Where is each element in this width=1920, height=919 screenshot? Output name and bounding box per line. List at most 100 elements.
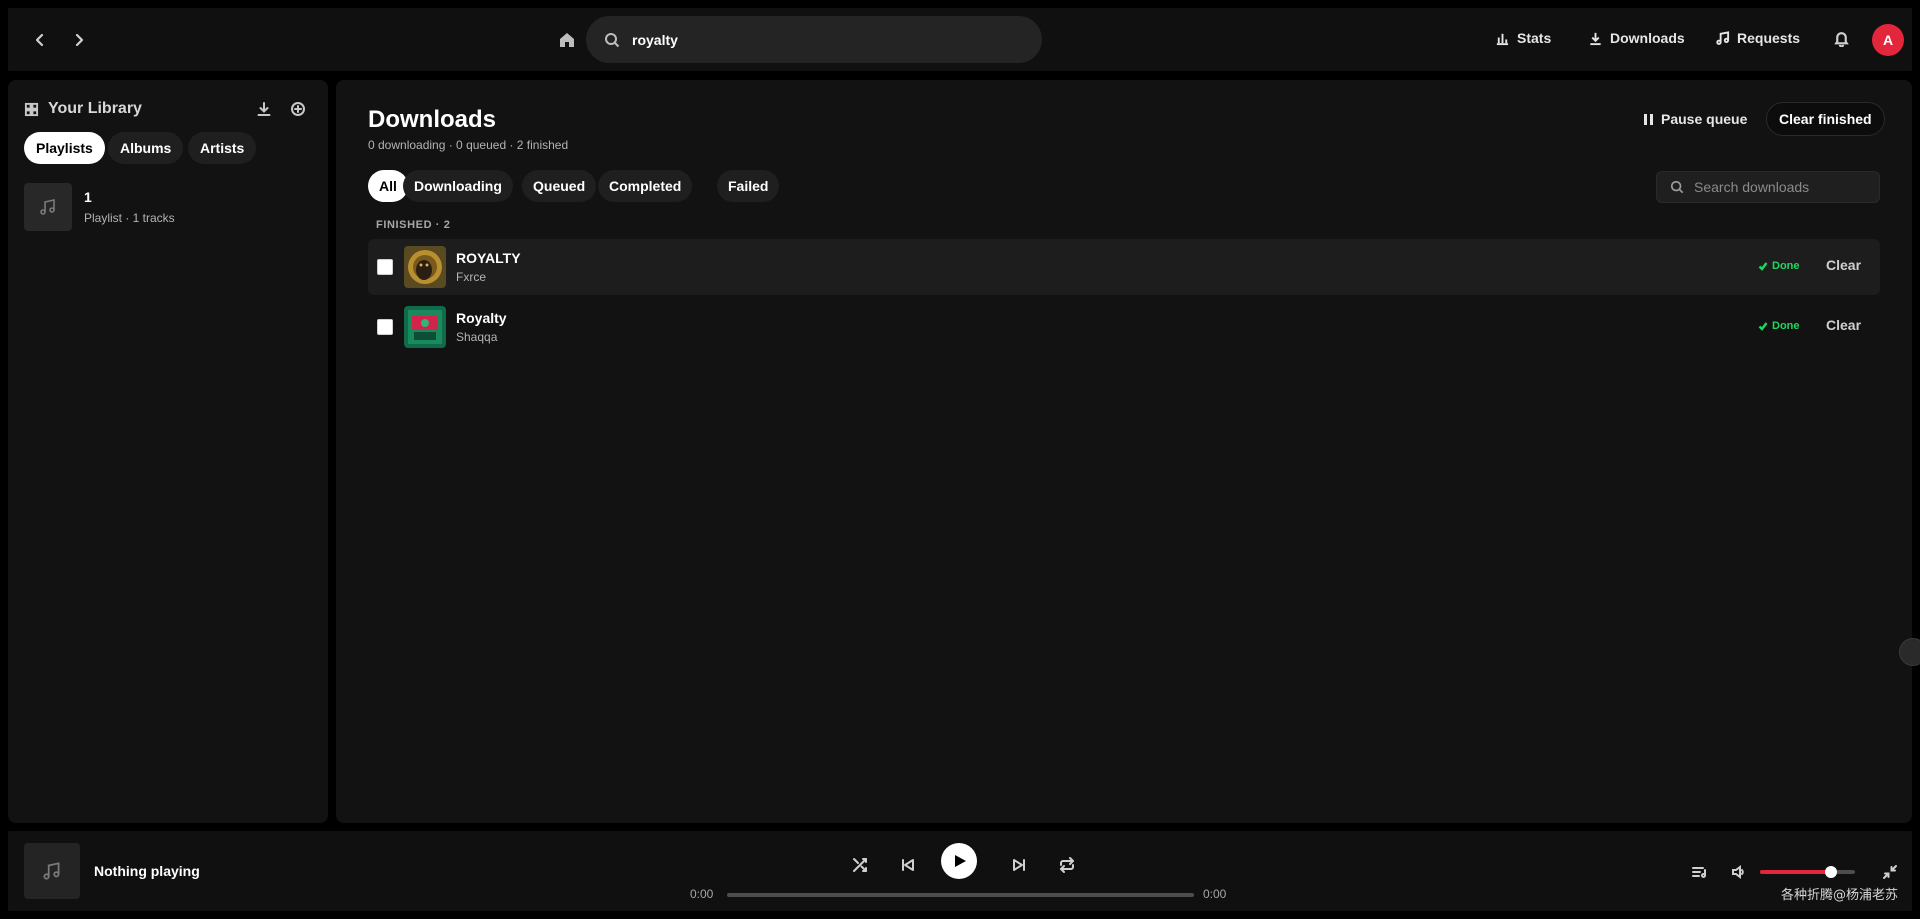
library-item[interactable]: 1 Playlist · 1 tracks <box>24 182 314 232</box>
stats-link[interactable]: Stats <box>1495 30 1551 46</box>
filter-completed[interactable]: Completed <box>598 170 693 202</box>
pause-icon <box>1644 113 1653 125</box>
playlist-name: 1 <box>84 189 92 205</box>
check-icon <box>1758 322 1768 331</box>
filter-downloading[interactable]: Downloading <box>403 170 513 202</box>
grid-icon <box>24 102 39 116</box>
downloads-search-input[interactable] <box>1694 179 1874 195</box>
player-bar: Nothing playing 0:00 0:00 <box>8 831 1912 911</box>
next-button[interactable] <box>1005 851 1033 879</box>
chevron-left-icon <box>35 33 44 47</box>
track-artist: Shaqqa <box>456 330 498 344</box>
downloads-panel: Downloads 0 downloading · 0 queued · 2 f… <box>336 80 1912 823</box>
library-add-button[interactable] <box>288 99 308 119</box>
home-button[interactable] <box>553 26 581 54</box>
top-bar: Stats Downloads Requests A <box>8 8 1912 71</box>
playlist-subtitle: Playlist · 1 tracks <box>84 211 175 225</box>
collapse-icon <box>1883 865 1897 879</box>
home-icon <box>560 33 574 47</box>
downloads-summary: 0 downloading · 0 queued · 2 finished <box>368 138 569 152</box>
track-title: ROYALTY <box>456 250 521 266</box>
filter-failed[interactable]: Failed <box>717 170 780 202</box>
row-checkbox[interactable] <box>377 319 393 335</box>
duration-time: 0:00 <box>1203 887 1227 901</box>
library-download-button[interactable] <box>254 99 274 119</box>
check-icon <box>1758 262 1768 271</box>
now-playing-title: Nothing playing <box>94 863 200 879</box>
pause-queue-button[interactable]: Pause queue <box>1644 102 1747 136</box>
pause-queue-label: Pause queue <box>1661 111 1748 127</box>
volume-fill <box>1760 870 1832 874</box>
plus-circle-icon <box>291 102 305 116</box>
download-row[interactable]: ROYALTY Fxrce Done Clear <box>368 239 1880 295</box>
search-input[interactable] <box>632 31 1012 48</box>
fullscreen-button[interactable] <box>1881 863 1899 881</box>
search-icon <box>1670 180 1684 194</box>
search-bar[interactable] <box>586 16 1042 63</box>
queue-icon <box>1692 867 1706 878</box>
queue-button[interactable] <box>1690 863 1708 881</box>
volume-handle[interactable] <box>1825 866 1838 878</box>
album-art <box>404 306 446 348</box>
stats-label: Stats <box>1517 30 1552 46</box>
play-button[interactable] <box>941 843 977 879</box>
shuffle-icon <box>853 858 867 872</box>
requests-label: Requests <box>1737 30 1801 46</box>
status-text: Done <box>1772 320 1800 332</box>
filter-all[interactable]: All <box>368 170 408 202</box>
chevron-right-icon <box>75 33 84 47</box>
bell-icon <box>1834 32 1849 48</box>
track-artist: Fxrce <box>456 270 486 284</box>
downloads-label: Downloads <box>1610 30 1685 46</box>
repeat-icon <box>1060 857 1074 873</box>
bar-chart-icon <box>1496 33 1509 45</box>
play-icon <box>955 855 966 867</box>
watermark: 各种折腾@杨浦老苏 <box>1781 888 1899 903</box>
download-icon <box>1590 32 1601 45</box>
status-badge: Done <box>1758 320 1800 332</box>
library-panel: Your Library Playlists Albums Artists 1 … <box>8 80 328 823</box>
filter-queued[interactable]: Queued <box>522 170 597 202</box>
tab-artists[interactable]: Artists <box>188 132 257 164</box>
library-title: Your Library <box>48 100 142 117</box>
shuffle-button[interactable] <box>846 851 874 879</box>
music-note-icon <box>1716 30 1730 45</box>
library-header[interactable]: Your Library <box>24 100 142 118</box>
clear-button[interactable]: Clear <box>1826 317 1861 333</box>
skip-back-icon <box>902 859 914 871</box>
downloads-search[interactable] <box>1656 171 1880 203</box>
search-icon <box>605 32 620 47</box>
progress-bar[interactable] <box>727 893 1194 897</box>
tab-playlists[interactable]: Playlists <box>24 132 105 164</box>
album-art <box>404 246 446 288</box>
avatar[interactable]: A <box>1872 24 1904 56</box>
track-title: Royalty <box>456 310 507 326</box>
page-title: Downloads <box>368 106 497 133</box>
downloads-link[interactable]: Downloads <box>1588 30 1685 46</box>
assistant-bubble[interactable] <box>1899 638 1920 666</box>
download-row[interactable]: Royalty Shaqqa Done Clear <box>368 299 1880 355</box>
music-note-icon <box>40 199 55 215</box>
notifications-button[interactable] <box>1833 30 1853 50</box>
row-checkbox[interactable] <box>377 259 393 275</box>
repeat-button[interactable] <box>1053 851 1081 879</box>
tab-albums[interactable]: Albums <box>108 132 184 164</box>
music-note-icon <box>43 862 60 880</box>
status-badge: Done <box>1758 260 1800 272</box>
requests-link[interactable]: Requests <box>1715 30 1800 46</box>
status-text: Done <box>1772 260 1800 272</box>
speaker-icon <box>1732 865 1744 879</box>
volume-button[interactable] <box>1730 863 1748 881</box>
download-icon <box>257 102 271 116</box>
now-playing-art <box>24 843 80 899</box>
skip-forward-icon <box>1013 859 1025 871</box>
elapsed-time: 0:00 <box>690 887 714 901</box>
clear-button[interactable]: Clear <box>1826 257 1861 273</box>
forward-button[interactable] <box>65 26 93 54</box>
playlist-thumbnail <box>24 183 72 231</box>
back-button[interactable] <box>26 26 54 54</box>
volume-slider[interactable] <box>1760 866 1855 878</box>
previous-button[interactable] <box>894 851 922 879</box>
clear-finished-button[interactable]: Clear finished <box>1766 102 1885 136</box>
section-label: FINISHED · 2 <box>376 219 451 231</box>
